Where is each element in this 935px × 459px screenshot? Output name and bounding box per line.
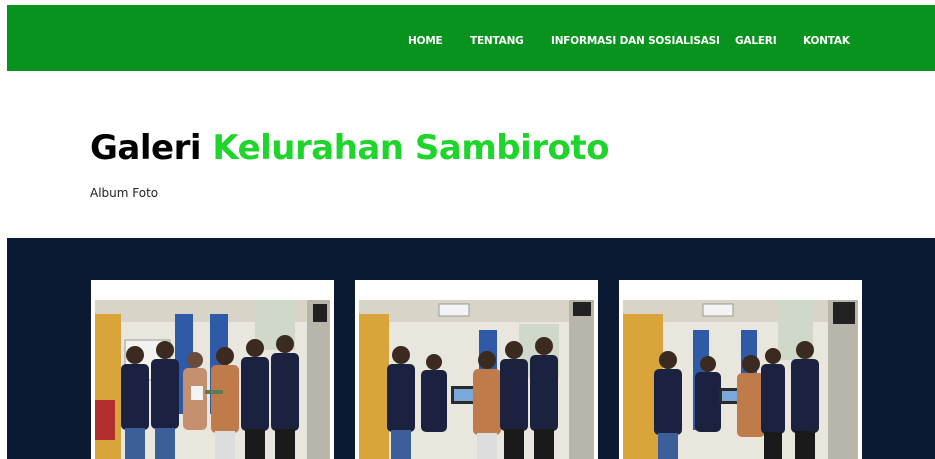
gallery-photo-3 (623, 300, 858, 459)
nav-item-home[interactable]: HOME (408, 35, 443, 47)
gallery-section (7, 238, 935, 459)
nav-item-tentang[interactable]: TENTANG (470, 35, 524, 47)
gallery-card-3[interactable] (619, 280, 862, 459)
page-title: Galeri Kelurahan Sambiroto (90, 128, 610, 168)
nav-item-galeri[interactable]: GALERI (735, 35, 777, 47)
nav-item-informasi[interactable]: INFORMASI DAN SOSIALISASI (551, 35, 720, 47)
page-subtitle: Album Foto (90, 186, 159, 200)
page-title-part1: Galeri (90, 128, 202, 168)
page-title-part2: Kelurahan Sambiroto (212, 128, 610, 168)
nav-item-kontak[interactable]: KONTAK (803, 35, 850, 47)
gallery-photo-2 (359, 300, 594, 459)
nav-menu: HOME TENTANG INFORMASI DAN SOSIALISASI G… (7, 5, 935, 71)
gallery-photo-1 (95, 300, 330, 459)
gallery-card-2[interactable] (355, 280, 598, 459)
gallery-card-1[interactable] (91, 280, 334, 459)
top-navbar: HOME TENTANG INFORMASI DAN SOSIALISASI G… (7, 5, 935, 71)
